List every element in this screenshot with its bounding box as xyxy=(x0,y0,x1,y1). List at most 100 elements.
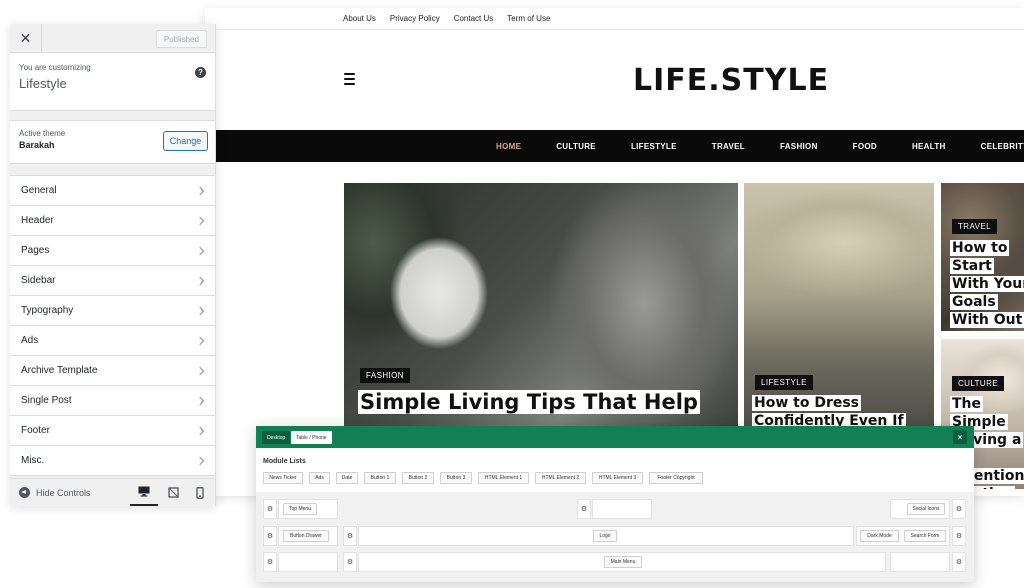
section-archive-template[interactable]: Archive Template xyxy=(10,356,215,386)
tab-desktop[interactable]: Desktop xyxy=(262,431,291,444)
top-menu-privacy[interactable]: Privacy Policy xyxy=(390,14,440,23)
nav-travel[interactable]: TRAVEL xyxy=(712,142,745,151)
nav-culture[interactable]: CULTURE xyxy=(556,142,596,151)
module-button-drawer[interactable]: Button Drawer xyxy=(283,530,329,542)
section-label: Archive Template xyxy=(21,365,98,376)
gear-icon[interactable]: ⚙ xyxy=(952,552,966,572)
section-general[interactable]: General xyxy=(10,176,215,206)
chevron-right-icon xyxy=(195,306,205,315)
dropzone-bottom-right[interactable] xyxy=(890,552,950,572)
section-single-post[interactable]: Single Post xyxy=(10,386,215,416)
module-footer-copyright[interactable]: Footer Copyright xyxy=(649,472,703,484)
post-card[interactable]: TRAVEL How to Start With Your Goals With… xyxy=(941,183,1024,331)
gear-icon[interactable]: ⚙ xyxy=(263,526,277,546)
module-html-element-1[interactable]: HTML Element 1 xyxy=(478,472,529,484)
nav-lifestyle[interactable]: LIFESTYLE xyxy=(631,142,677,151)
module-logo[interactable]: Logo xyxy=(593,530,617,542)
main-nav: HOME CULTURE LIFESTYLE TRAVEL FASHION FO… xyxy=(215,130,1024,162)
gear-icon[interactable]: ⚙ xyxy=(263,552,277,572)
screen: About Us Privacy Policy Contact Us Term … xyxy=(0,0,1024,588)
gear-icon[interactable]: ⚙ xyxy=(952,499,966,519)
module-button-1[interactable]: Button 1 xyxy=(364,472,396,484)
module-date[interactable]: Date xyxy=(336,472,358,484)
gear-icon[interactable]: ⚙ xyxy=(343,552,357,572)
builder-rows: ⚙ Top Menu ⚙ Social Icons ⚙ ⚙ Button Dra… xyxy=(256,492,974,582)
tablet-icon[interactable] xyxy=(159,479,187,506)
post-card[interactable]: LIFESTYLE How to Dress Confidently Even … xyxy=(744,183,934,433)
category-badge[interactable]: LIFESTYLE xyxy=(755,375,813,390)
mobile-icon[interactable] xyxy=(186,479,214,506)
chevron-right-icon xyxy=(195,456,205,465)
nav-home[interactable]: HOME xyxy=(496,142,521,151)
category-badge[interactable]: FASHION xyxy=(360,368,410,383)
customizer-sections: General Header Pages Sidebar Typography … xyxy=(10,175,215,476)
section-label: Pages xyxy=(21,245,50,256)
change-theme-button[interactable]: Change xyxy=(163,131,208,151)
section-header[interactable]: Header xyxy=(10,206,215,236)
dropzone-top-center[interactable] xyxy=(592,499,652,519)
gear-icon[interactable]: ⚙ xyxy=(343,526,357,546)
gear-icon[interactable]: ⚙ xyxy=(952,526,966,546)
customizing-label: You are customizing xyxy=(19,63,91,72)
site-name: Lifestyle xyxy=(19,76,67,91)
published-button[interactable]: Published xyxy=(155,30,207,48)
hide-controls-button[interactable]: Hide Controls xyxy=(19,487,91,498)
section-ads[interactable]: Ads xyxy=(10,326,215,356)
section-typography[interactable]: Typography xyxy=(10,296,215,326)
hide-controls-label: Hide Controls xyxy=(36,487,91,498)
desktop-icon[interactable] xyxy=(130,479,158,506)
nav-fashion[interactable]: FASHION xyxy=(780,142,818,151)
section-label: Single Post xyxy=(21,395,72,406)
hamburger-menu-icon[interactable] xyxy=(344,73,355,88)
post-card-featured[interactable]: FASHION Simple Living Tips That Help xyxy=(344,183,738,433)
section-footer[interactable]: Footer xyxy=(10,416,215,446)
gear-icon[interactable]: ⚙ xyxy=(577,499,591,519)
chevron-right-icon xyxy=(195,366,205,375)
nav-health[interactable]: HEALTH xyxy=(912,142,946,151)
category-badge[interactable]: TRAVEL xyxy=(952,219,997,234)
module-html-element-3[interactable]: HTML Element 3 xyxy=(592,472,643,484)
top-menu-terms[interactable]: Term of Use xyxy=(507,14,550,23)
post-title[interactable]: Simple Living Tips That Help xyxy=(358,389,728,416)
collapse-arrow-icon xyxy=(19,487,30,498)
dropzone-bottom-left[interactable] xyxy=(278,552,338,572)
chevron-right-icon xyxy=(195,426,205,435)
section-pages[interactable]: Pages xyxy=(10,236,215,266)
module-html-element-2[interactable]: HTML Element 2 xyxy=(535,472,586,484)
chevron-right-icon xyxy=(195,276,205,285)
top-menu-about[interactable]: About Us xyxy=(343,14,376,23)
section-misc[interactable]: Misc. xyxy=(10,446,215,476)
top-menu: About Us Privacy Policy Contact Us Term … xyxy=(205,8,1024,30)
module-dark-mode[interactable]: Dark Mode xyxy=(860,530,899,542)
section-sidebar[interactable]: Sidebar xyxy=(10,266,215,296)
module-news-ticker[interactable]: News Ticker xyxy=(263,472,303,484)
header-builder: Desktop Table / Phone × Module Lists New… xyxy=(256,426,974,582)
section-label: Misc. xyxy=(21,455,45,466)
nav-celebrity[interactable]: CELEBRITY xyxy=(981,142,1024,151)
chevron-right-icon xyxy=(195,216,205,225)
module-top-menu[interactable]: Top Menu xyxy=(283,503,317,515)
customizer-header: ✕ Published xyxy=(10,24,215,53)
module-main-menu[interactable]: Main Menu xyxy=(604,556,642,568)
customizing-info: You are customizing Lifestyle ? xyxy=(10,53,215,111)
site-preview: About Us Privacy Policy Contact Us Term … xyxy=(205,8,1024,496)
site-logo[interactable]: LIFE.STYLE xyxy=(633,63,829,98)
module-search-form[interactable]: Search Form xyxy=(904,530,946,542)
post-title[interactable]: How to Start With Your Goals With Out xyxy=(950,240,1024,330)
help-icon[interactable]: ? xyxy=(195,67,206,78)
section-label: Footer xyxy=(21,425,50,436)
close-icon[interactable]: × xyxy=(953,430,967,444)
category-badge[interactable]: CULTURE xyxy=(952,376,1004,391)
gear-icon[interactable]: ⚙ xyxy=(263,499,277,519)
module-button-2[interactable]: Button 2 xyxy=(402,472,434,484)
tab-tablet-phone[interactable]: Table / Phone xyxy=(291,431,332,444)
top-menu-contact[interactable]: Contact Us xyxy=(454,14,494,23)
module-ads[interactable]: Ads xyxy=(309,472,330,484)
module-social-icons[interactable]: Social Icons xyxy=(907,503,945,515)
active-theme-section: Active theme Barakah Change xyxy=(10,120,215,164)
module-button-3[interactable]: Button 3 xyxy=(440,472,472,484)
close-icon[interactable]: ✕ xyxy=(10,24,42,52)
chevron-right-icon xyxy=(195,396,205,405)
section-label: General xyxy=(21,185,57,196)
nav-food[interactable]: FOOD xyxy=(853,142,877,151)
